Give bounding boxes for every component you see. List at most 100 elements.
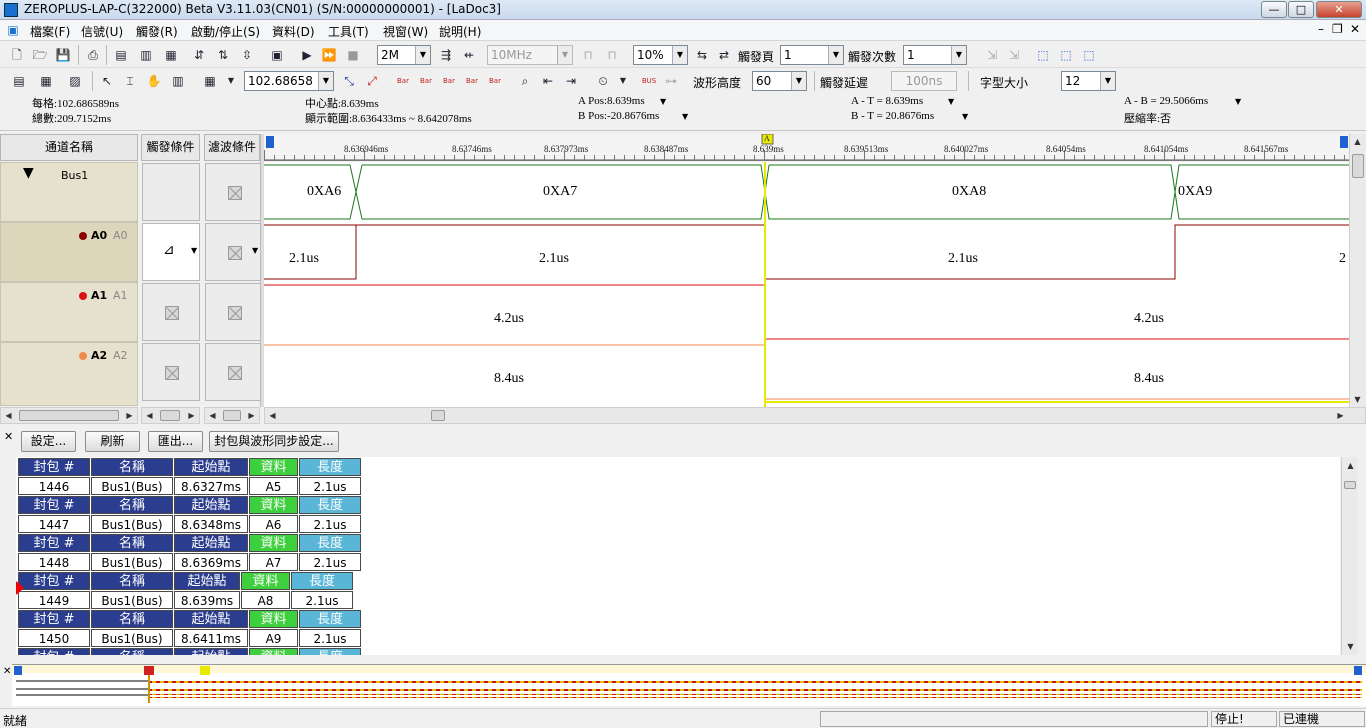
- close-overview-icon[interactable]: ✕: [3, 666, 11, 677]
- timer-icon[interactable]: ⏲: [594, 72, 612, 90]
- packet-list[interactable]: 封包 # 名稱 起始點 資料 長度 1446 Bus1(Bus) 8.6327m…: [16, 457, 1340, 655]
- export-button[interactable]: 匯出...: [148, 431, 203, 452]
- sample-depth-select[interactable]: 2M ▼: [377, 45, 431, 65]
- pointer-icon[interactable]: ↖: [98, 72, 116, 90]
- open-folder-icon[interactable]: 🗁: [31, 46, 49, 64]
- settings-button[interactable]: 設定...: [21, 431, 76, 452]
- menu-file[interactable]: 檔案(F): [30, 23, 70, 40]
- channel-row-a1[interactable]: A1 A1: [0, 282, 138, 342]
- filter-hscrollbar[interactable]: ◀ ▶: [204, 407, 260, 424]
- menu-help[interactable]: 說明(H): [439, 23, 481, 40]
- a1-filter-cell[interactable]: [205, 283, 263, 341]
- chevron-down-icon[interactable]: ▼: [614, 72, 632, 90]
- last-event-icon[interactable]: ⬚: [1080, 46, 1098, 64]
- a2-filter-cell[interactable]: [205, 343, 263, 401]
- search-prev-icon[interactable]: ⇤: [539, 72, 557, 90]
- menu-window[interactable]: 視窗(W): [383, 23, 428, 40]
- chevron-down-icon[interactable]: ▼: [962, 112, 968, 121]
- a2-trigger-cell[interactable]: [142, 343, 200, 401]
- overview-strip[interactable]: [12, 664, 1366, 706]
- packet-vscrollbar[interactable]: ▲ ▼: [1341, 457, 1358, 655]
- bus-decode-b-icon[interactable]: Bar: [440, 72, 458, 90]
- mdi-close-button[interactable]: ✕: [1350, 22, 1360, 36]
- goto-cursor-icon[interactable]: ⇄: [715, 46, 733, 64]
- a0-filter-cell[interactable]: ▼: [205, 223, 263, 281]
- print-icon[interactable]: ⎙: [84, 46, 102, 64]
- bus-trigger-cell[interactable]: [142, 163, 200, 221]
- waveform-area[interactable]: 0XA6 0XA7 0XA8 0XA9 2.1us 2.1us 2.1us 2 …: [264, 162, 1349, 407]
- bus-icon[interactable]: ▦: [162, 46, 180, 64]
- zoom-reset-icon[interactable]: ⤢: [363, 72, 381, 90]
- cursor-tool-icon[interactable]: ⌶: [121, 72, 139, 90]
- stop-icon[interactable]: ■: [344, 46, 362, 64]
- channel-add-icon[interactable]: ▥: [137, 46, 155, 64]
- bus-icon[interactable]: BUS: [640, 72, 658, 90]
- measure-icon[interactable]: ▥: [169, 72, 187, 90]
- bus-filter-cell[interactable]: [205, 163, 263, 221]
- a0-trigger-cell[interactable]: ⊿ ▼: [142, 223, 200, 281]
- waveform-height-select[interactable]: 60 ▼: [752, 71, 807, 91]
- new-file-icon[interactable]: 🗋: [8, 46, 26, 64]
- trigger-page-select[interactable]: 1 ▼: [780, 45, 844, 65]
- time-ruler[interactable]: 8.636946ms 8.63746ms 8.637973ms 8.638487…: [264, 134, 1349, 161]
- mdi-restore-button[interactable]: ❐: [1332, 22, 1343, 36]
- grid-view-icon[interactable]: ▦: [37, 72, 55, 90]
- font-size-select[interactable]: 12 ▼: [1061, 71, 1116, 91]
- search-next-icon[interactable]: ⇥: [562, 72, 580, 90]
- channel-icon[interactable]: ▤: [112, 46, 130, 64]
- zoom-out-icon[interactable]: ⇷: [460, 46, 478, 64]
- chevron-down-icon[interactable]: ▼: [1235, 97, 1241, 106]
- chevron-down-icon[interactable]: ▼: [660, 97, 666, 106]
- binoculars-icon[interactable]: ⌕: [516, 72, 534, 90]
- close-button[interactable]: ✕: [1316, 1, 1362, 18]
- bus-decode-icon[interactable]: Bar: [394, 72, 412, 90]
- hand-icon[interactable]: ✋: [145, 72, 163, 90]
- next-event-icon[interactable]: ⬚: [1057, 46, 1075, 64]
- trigger-count-select[interactable]: 1 ▼: [903, 45, 967, 65]
- bus-decode-r-icon[interactable]: Bar: [486, 72, 504, 90]
- zoom-fit-icon[interactable]: ⤡: [340, 72, 358, 90]
- run-icon[interactable]: ▶: [298, 46, 316, 64]
- waveform-hscrollbar[interactable]: ◀ ▶: [264, 407, 1366, 424]
- chevron-down-icon[interactable]: ▼: [222, 72, 240, 90]
- menu-signal[interactable]: 信號(U): [81, 23, 123, 40]
- trigger-icon[interactable]: ⇵: [190, 46, 208, 64]
- maximize-button[interactable]: □: [1288, 1, 1314, 18]
- menu-trigger[interactable]: 觸發(R): [136, 23, 178, 40]
- menu-data[interactable]: 資料(D): [272, 23, 315, 40]
- zoom-in-icon[interactable]: ⇶: [437, 46, 455, 64]
- menu-run-stop[interactable]: 啟動/停止(S): [191, 23, 260, 40]
- close-pane-icon[interactable]: ✕: [4, 430, 13, 443]
- channel-row-a2[interactable]: A2 A2: [0, 342, 138, 406]
- waveform-vscrollbar[interactable]: ▲ ▼: [1349, 134, 1366, 407]
- calculator-icon[interactable]: ▦: [201, 72, 219, 90]
- expand-triangle-icon[interactable]: ▼: [23, 165, 34, 181]
- trigger-bus-icon[interactable]: ⇳: [238, 46, 256, 64]
- refresh-button[interactable]: 刷新: [85, 431, 140, 452]
- channel-row-a0[interactable]: A0 A0: [0, 222, 138, 282]
- save-icon[interactable]: 💾: [54, 46, 72, 64]
- bus-decode-a-icon[interactable]: Bar: [417, 72, 435, 90]
- bus-decode-t-icon[interactable]: Bar: [463, 72, 481, 90]
- run-repeat-icon[interactable]: ⏩: [320, 46, 338, 64]
- trigger-delay-input[interactable]: 100ns: [891, 71, 957, 91]
- sample-rate-select[interactable]: 10MHz ▼: [487, 45, 573, 65]
- goto-trigger-icon[interactable]: ⇆: [693, 46, 711, 64]
- zoom-select[interactable]: 102.68658 ▼: [244, 71, 334, 91]
- color-icon[interactable]: ▨: [66, 72, 84, 90]
- cursor-a-marker[interactable]: A: [764, 134, 770, 143]
- channel-row-bus1[interactable]: ▼ Bus1: [0, 162, 138, 222]
- report-icon[interactable]: ▣: [268, 46, 286, 64]
- trigger-edge-icon[interactable]: ⇅: [214, 46, 232, 64]
- a1-trigger-cell[interactable]: [142, 283, 200, 341]
- channel-hscrollbar[interactable]: ◀ ▶: [0, 407, 138, 424]
- trigger-hscrollbar[interactable]: ◀ ▶: [141, 407, 200, 424]
- menu-tools[interactable]: 工具(T): [328, 23, 369, 40]
- minimize-button[interactable]: —: [1261, 1, 1287, 18]
- chevron-down-icon[interactable]: ▼: [948, 97, 954, 106]
- prev-event-icon[interactable]: ⬚: [1034, 46, 1052, 64]
- list-view-icon[interactable]: ▤: [10, 72, 28, 90]
- chevron-down-icon[interactable]: ▼: [682, 112, 688, 121]
- sync-settings-button[interactable]: 封包與波形同步設定...: [209, 431, 339, 452]
- mdi-minimize-button[interactable]: –: [1318, 22, 1324, 36]
